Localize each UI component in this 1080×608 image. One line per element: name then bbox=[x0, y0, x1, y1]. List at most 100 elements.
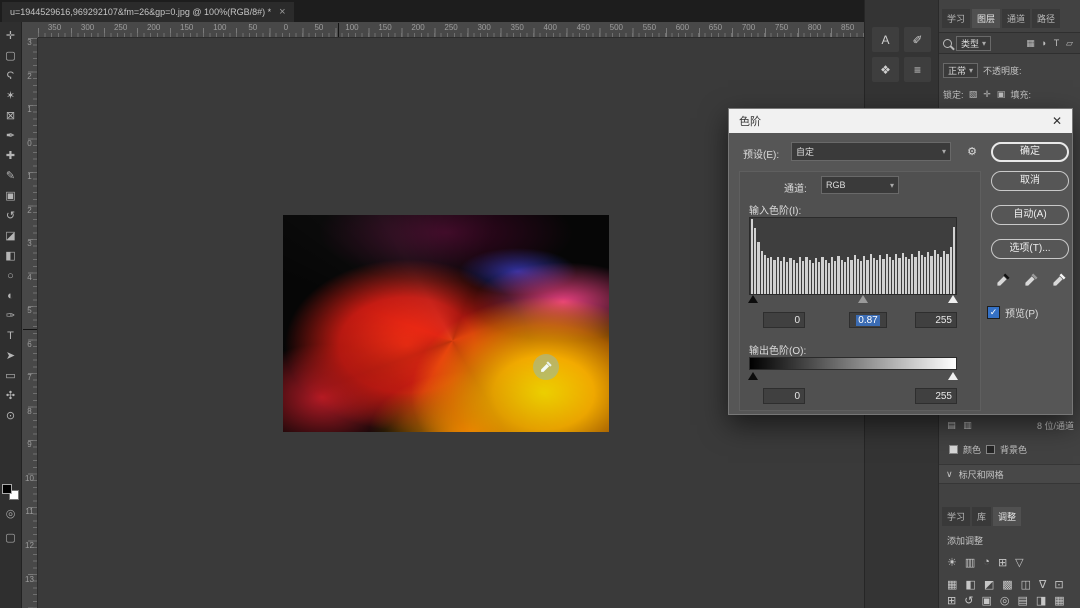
link-layers-icon[interactable]: ⊞ bbox=[947, 594, 956, 607]
foreground-color-indicator[interactable] bbox=[949, 444, 958, 454]
exposure-adjustment-icon[interactable]: ⊞ bbox=[998, 556, 1007, 569]
character-panel-icon[interactable]: A bbox=[872, 27, 899, 52]
history-brush-tool-icon[interactable]: ↺ bbox=[1, 206, 21, 226]
curves-adjustment-icon[interactable]: ◔ bbox=[983, 556, 990, 568]
ok-button[interactable]: 确定 bbox=[991, 142, 1069, 162]
info-panel-icon[interactable]: ▥ bbox=[961, 420, 974, 431]
filter-adjustment-layers-icon[interactable]: ◑ bbox=[1037, 38, 1050, 49]
output-white-field[interactable]: 255 bbox=[915, 388, 957, 404]
blur-tool-icon[interactable]: ○ bbox=[1, 266, 21, 286]
eyedropper-tool-icon[interactable]: ✒ bbox=[1, 126, 21, 146]
tab-close-icon[interactable]: × bbox=[279, 6, 285, 18]
shape-tool-icon[interactable]: ▭ bbox=[1, 366, 21, 386]
blend-mode-dropdown[interactable]: 正常 ▾ bbox=[943, 62, 979, 78]
layer-group-icon[interactable]: ▤ bbox=[1017, 594, 1027, 607]
marquee-tool-icon[interactable]: ▢ bbox=[1, 46, 21, 66]
tab-layers[interactable]: 图层 bbox=[972, 9, 1001, 28]
move-tool-icon[interactable]: ✛ bbox=[1, 26, 21, 46]
document-image[interactable] bbox=[283, 215, 609, 432]
type-tool-icon[interactable]: T bbox=[1, 326, 21, 346]
layer-mask-icon[interactable]: ▣ bbox=[981, 594, 991, 607]
dodge-tool-icon[interactable]: ◐ bbox=[1, 286, 21, 306]
preview-checkbox[interactable]: ✓ bbox=[987, 306, 1000, 319]
preset-options-button[interactable]: ⚙ bbox=[959, 142, 985, 160]
input-black-slider[interactable] bbox=[748, 295, 758, 303]
quick-selection-tool-icon[interactable]: ✶ bbox=[1, 86, 21, 106]
output-white-slider[interactable] bbox=[948, 372, 958, 380]
brightness-contrast-icon[interactable]: ☀ bbox=[947, 556, 957, 569]
search-icon[interactable] bbox=[943, 38, 952, 48]
gray-point-eyedropper[interactable] bbox=[1021, 271, 1041, 289]
lock-position-icon[interactable]: ✛ bbox=[981, 89, 994, 100]
output-black-field[interactable]: 0 bbox=[763, 388, 805, 404]
auto-button[interactable]: 自动(A) bbox=[991, 205, 1069, 225]
pen-tool-icon[interactable]: ✑ bbox=[1, 306, 21, 326]
input-gamma-field[interactable]: 0.87 bbox=[849, 312, 887, 328]
cancel-button[interactable]: 取消 bbox=[991, 171, 1069, 191]
photo-filter-icon[interactable]: ▩ bbox=[1002, 578, 1012, 591]
zoom-tool-icon[interactable]: ⊙ bbox=[1, 406, 21, 426]
channel-mixer-icon[interactable]: ◫ bbox=[1021, 578, 1031, 591]
crop-tool-icon[interactable]: ⊠ bbox=[1, 106, 21, 126]
horizontal-ruler[interactable]: 350 300 250 200 150 100 50 0 50 100 150 200 250 300 35… bbox=[38, 22, 864, 38]
histogram-panel-icon[interactable]: ▤ bbox=[945, 420, 958, 431]
new-adjustment-layer-icon[interactable]: ◎ bbox=[1000, 594, 1010, 607]
levels-histogram[interactable] bbox=[749, 217, 957, 295]
quick-mask-button[interactable]: ◎ bbox=[1, 504, 21, 524]
rulers-grid-section[interactable]: ∨ 标尺和网格 bbox=[939, 464, 1080, 484]
3d-panel-icon[interactable]: ❖ bbox=[872, 57, 899, 82]
eraser-tool-icon[interactable]: ◪ bbox=[1, 226, 21, 246]
new-layer-icon[interactable]: ◨ bbox=[1036, 594, 1046, 607]
vertical-ruler[interactable]: 3 2 1 0 1 2 3 4 5 6 7 8 9 10 11 12 13 bbox=[22, 38, 38, 608]
hand-tool-icon[interactable]: ✣ bbox=[1, 386, 21, 406]
output-black-slider[interactable] bbox=[748, 372, 758, 380]
input-white-field[interactable]: 255 bbox=[915, 312, 957, 328]
tab-learn[interactable]: 学习 bbox=[942, 9, 971, 28]
path-selection-tool-icon[interactable]: ➤ bbox=[1, 346, 21, 366]
filter-shape-layers-icon[interactable]: ▱ bbox=[1063, 38, 1076, 49]
ruler-origin-corner[interactable] bbox=[22, 22, 39, 39]
filter-pixel-layers-icon[interactable]: ▦ bbox=[1024, 38, 1037, 49]
brush-settings-panel-icon[interactable]: ✐ bbox=[904, 27, 931, 52]
healing-brush-tool-icon[interactable]: ✚ bbox=[1, 146, 21, 166]
layer-effects-icon[interactable]: ↺ bbox=[964, 594, 973, 607]
dialog-title-bar[interactable]: 色阶 ✕ bbox=[729, 109, 1072, 133]
input-white-slider[interactable] bbox=[948, 295, 958, 303]
histogram-bar bbox=[770, 256, 773, 294]
close-icon[interactable]: ✕ bbox=[1052, 114, 1062, 128]
brush-tool-icon[interactable]: ✎ bbox=[1, 166, 21, 186]
selective-color-icon[interactable]: ⊡ bbox=[1054, 578, 1063, 591]
color-balance-icon[interactable]: ◧ bbox=[965, 578, 975, 591]
input-gamma-slider[interactable] bbox=[858, 295, 869, 303]
channel-dropdown[interactable]: RGB ▾ bbox=[821, 176, 899, 194]
filter-type-layers-icon[interactable]: T bbox=[1050, 38, 1063, 49]
lock-all-icon[interactable]: ▣ bbox=[995, 89, 1008, 100]
options-button[interactable]: 选项(T)... bbox=[991, 239, 1069, 259]
black-white-icon[interactable]: ◩ bbox=[984, 578, 994, 591]
vibrance-adjustment-icon[interactable]: ▽ bbox=[1015, 556, 1023, 569]
gradient-map-icon[interactable]: ∇ bbox=[1039, 578, 1046, 591]
levels-adjustment-icon[interactable]: ▥ bbox=[965, 556, 975, 569]
screen-mode-button[interactable]: ▢ bbox=[1, 528, 21, 548]
tab-learn-2[interactable]: 学习 bbox=[942, 507, 971, 526]
black-point-eyedropper[interactable] bbox=[993, 271, 1013, 289]
tab-adjustments[interactable]: 调整 bbox=[993, 507, 1022, 526]
hue-saturation-icon[interactable]: ▦ bbox=[947, 578, 957, 591]
tab-libraries[interactable]: 库 bbox=[972, 507, 992, 526]
tab-channels[interactable]: 通道 bbox=[1002, 9, 1031, 28]
gradient-tool-icon[interactable]: ◧ bbox=[1, 246, 21, 266]
input-black-field[interactable]: 0 bbox=[763, 312, 805, 328]
lock-transparent-pixels-icon[interactable]: ▧ bbox=[967, 89, 980, 100]
tab-paths[interactable]: 路径 bbox=[1032, 9, 1061, 28]
foreground-color-swatch[interactable] bbox=[2, 484, 12, 494]
clone-stamp-tool-icon[interactable]: ▣ bbox=[1, 186, 21, 206]
preset-dropdown[interactable]: 自定 ▾ bbox=[791, 142, 951, 161]
properties-panel-icon[interactable]: ≡ bbox=[904, 57, 931, 82]
white-point-eyedropper[interactable] bbox=[1049, 271, 1069, 289]
delete-layer-icon[interactable]: ▦ bbox=[1054, 594, 1064, 607]
document-tab[interactable]: u=1944529616,969292107&fm=26&gp=0.jpg @ … bbox=[2, 2, 294, 22]
filter-kind-dropdown[interactable]: 类型 ▾ bbox=[956, 35, 992, 51]
lasso-tool-icon[interactable]: Ϛ bbox=[1, 66, 21, 86]
background-color-indicator[interactable] bbox=[986, 444, 996, 454]
chevron-down-icon: ▾ bbox=[889, 180, 894, 190]
